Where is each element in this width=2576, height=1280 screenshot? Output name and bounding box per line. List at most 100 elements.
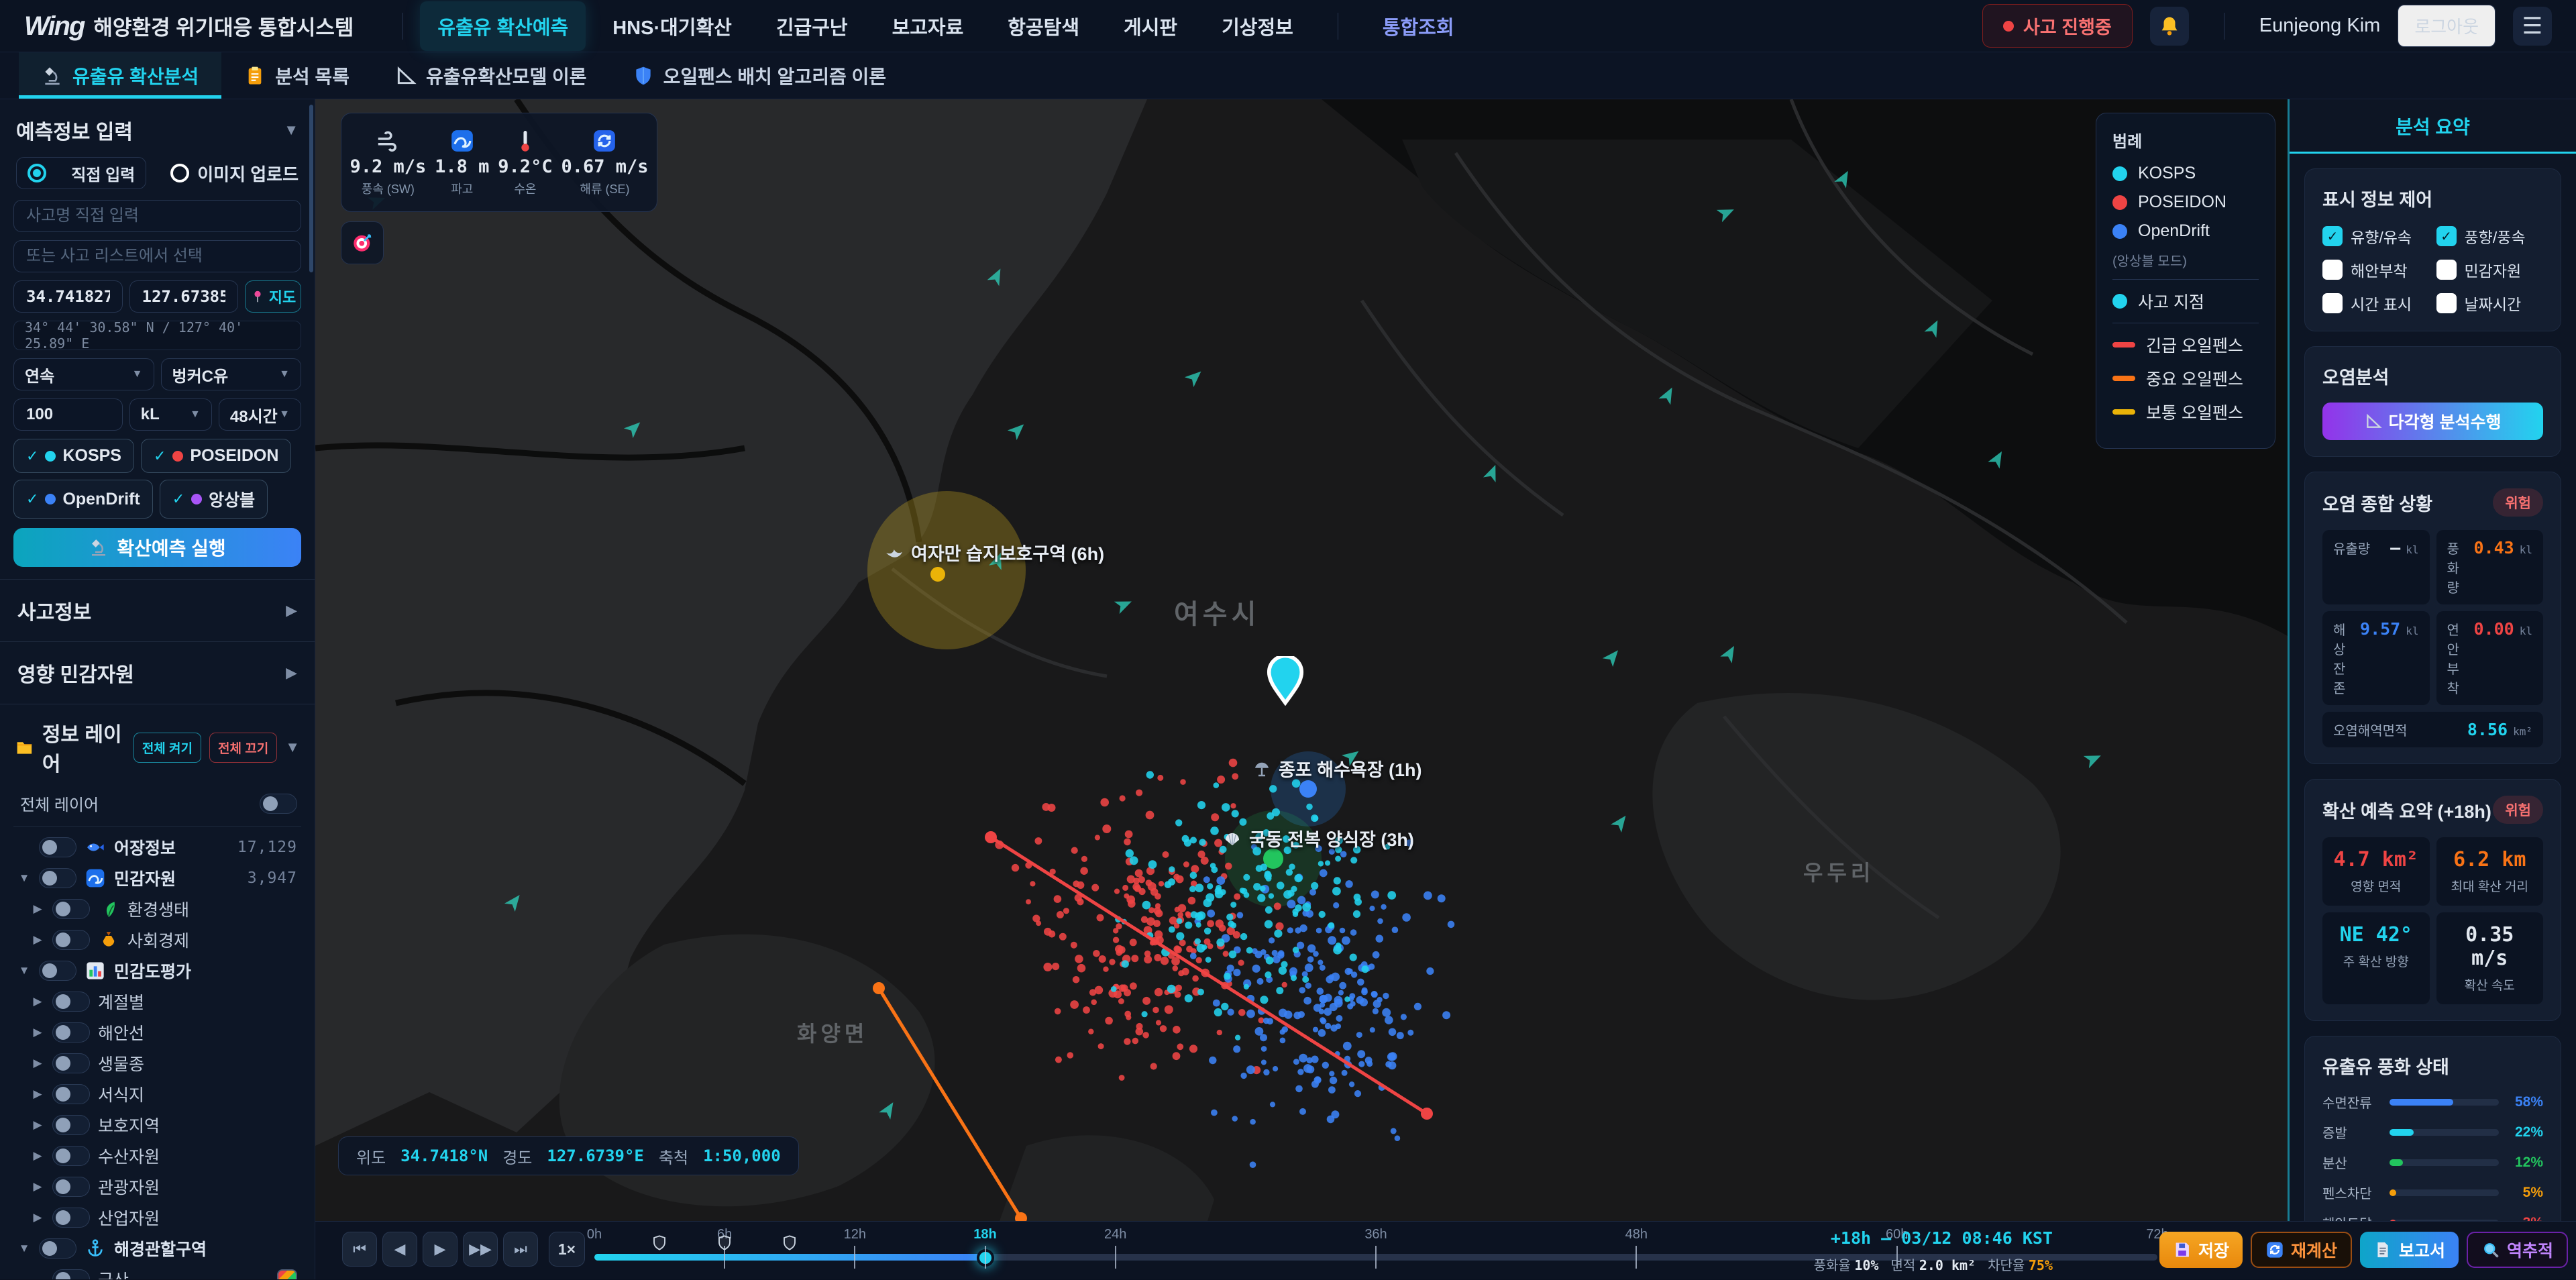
layer-toggle[interactable] [52,930,90,950]
nav-item[interactable]: 유출유 확산예측 [420,1,586,51]
layer-label[interactable]: 계절별 [98,990,144,1014]
model-chip-OpenDrift[interactable]: ✓OpenDrift [13,480,153,519]
sidebar-scrollbar[interactable] [309,105,313,272]
accident-name-input[interactable] [13,200,301,232]
skip-end-button[interactable]: ⏭ [503,1232,538,1267]
display-check-날짜시간[interactable]: ✓날짜시간 [2436,292,2544,315]
nav-item[interactable]: 보고자료 [875,1,981,51]
expand-icon[interactable]: ▶ [31,1118,44,1132]
unit-select[interactable]: kL ▼ [129,398,212,431]
layer-toggle[interactable] [52,1177,90,1197]
fence-deploy-marker-icon[interactable] [652,1235,667,1255]
layer-toggle[interactable] [52,992,90,1012]
layer-toggle[interactable] [52,1022,90,1043]
expand-icon[interactable]: ▶ [31,902,44,916]
layer-label[interactable]: 관광자원 [98,1175,160,1199]
expand-icon[interactable]: ▶ [31,1057,44,1070]
layer-toggle[interactable] [52,1146,90,1166]
nav-item[interactable]: 기상정보 [1204,1,1311,51]
layers-all-on-button[interactable]: 전체 켜기 [133,733,201,763]
spill-type-select[interactable]: 연속 ▼ [13,358,154,390]
collapse-icon[interactable]: ▼ [17,871,31,885]
oil-type-select[interactable]: 벙커C유 ▼ [161,358,302,390]
layer-toggle[interactable] [39,837,76,857]
nav-item[interactable]: 통합조회 [1365,1,1472,51]
layer-toggle[interactable] [39,1238,76,1259]
display-check-해안부착[interactable]: ✓해안부착 [2322,258,2430,281]
layer-label[interactable]: 어장정보 [114,835,176,859]
doc-action-button[interactable]: 보고서 [2360,1232,2459,1268]
display-check-민감자원[interactable]: ✓민감자원 [2436,258,2544,281]
checkbox-icon[interactable]: ✓ [2436,293,2457,313]
radio-image-upload[interactable]: 이미지 업로드 [170,157,299,189]
display-check-시간 표시[interactable]: ✓시간 표시 [2322,292,2430,315]
checkbox-icon[interactable]: ✓ [2322,260,2343,280]
layer-label[interactable]: 보호지역 [98,1113,160,1137]
expand-icon[interactable]: ▶ [31,933,44,947]
panel-title[interactable]: 분석 요약 [2290,99,2576,154]
layer-label[interactable]: 군산 [98,1267,129,1279]
collapse-icon[interactable]: ▼ [17,964,31,977]
layer-label[interactable]: 해안선 [98,1020,144,1045]
amount-input[interactable] [13,398,123,431]
latitude-input[interactable] [13,280,123,313]
layer-toggle[interactable] [39,961,76,981]
layer-label[interactable]: 수산자원 [98,1144,160,1168]
play-button[interactable]: ▶ [423,1232,458,1267]
longitude-input[interactable] [129,280,239,313]
run-prediction-button[interactable]: 확산예측 실행 [13,528,301,567]
nav-item[interactable]: HNS·대기확산 [595,1,749,51]
layer-label[interactable]: 산업자원 [98,1206,160,1230]
master-layer-toggle[interactable] [260,794,297,814]
expand-icon[interactable]: ▶ [31,995,44,1008]
fence-deploy-marker-icon[interactable] [717,1235,732,1255]
section-sensitive-resources[interactable]: 영향 민감자원 ▶ [13,642,301,704]
expand-icon[interactable]: ▶ [31,1180,44,1193]
layer-style-palette-icon[interactable] [277,1269,297,1279]
layer-label[interactable]: 사회경제 [127,928,189,952]
layer-label[interactable]: 생물종 [98,1051,144,1075]
recenter-target-button[interactable] [341,221,384,264]
layer-toggle[interactable] [52,1053,90,1073]
skip-start-button[interactable]: ⏮ [342,1232,377,1267]
search-action-button[interactable]: 역추적 [2467,1232,2568,1268]
tab-clipboard[interactable]: 분석 목록 [221,52,372,99]
tab-shield[interactable]: 오일펜스 배치 알고리즘 이론 [610,52,909,99]
polygon-analysis-button[interactable]: 다각형 분석수행 [2322,403,2543,440]
checkbox-icon[interactable]: ✓ [2322,293,2343,313]
display-check-유향/유속[interactable]: ✓유향/유속 [2322,225,2430,248]
layer-label[interactable]: 해경관할구역 [114,1236,207,1261]
model-chip-POSEIDON[interactable]: ✓POSEIDON [141,439,291,473]
save-action-button[interactable]: 저장 [2159,1232,2243,1268]
menu-button[interactable]: ☰ [2513,7,2552,46]
model-chip-앙상블[interactable]: ✓앙상블 [160,480,268,519]
expand-icon[interactable]: ▶ [31,1149,44,1163]
notifications-button[interactable] [2150,7,2189,46]
step-back-button[interactable]: ◀ [382,1232,417,1267]
section-accident-info[interactable]: 사고정보 ▶ [13,580,301,641]
accident-list-input[interactable] [13,240,301,272]
layer-toggle[interactable] [52,1269,90,1279]
expand-icon[interactable]: ▶ [31,1026,44,1039]
expand-icon[interactable]: ▶ [31,1211,44,1224]
nav-item[interactable]: 긴급구난 [759,1,865,51]
refresh-action-button[interactable]: 재계산 [2251,1232,2352,1268]
expand-icon[interactable]: ▶ [31,1087,44,1101]
layers-all-off-button[interactable]: 전체 끄기 [209,733,277,763]
duration-select[interactable]: 48시간 ▼ [219,398,301,431]
layer-toggle[interactable] [52,1084,90,1104]
tab-ruler[interactable]: 유출유확산모델 이론 [372,52,610,99]
nav-item[interactable]: 항공탐색 [990,1,1097,51]
checkbox-icon[interactable]: ✓ [2322,226,2343,246]
checkbox-icon[interactable]: ✓ [2436,260,2457,280]
prediction-input-header[interactable]: 예측정보 입력 ▼ [13,111,301,156]
accident-pin-icon[interactable] [1267,656,1304,709]
tab-microscope[interactable]: 유출유 확산분석 [19,52,221,99]
nav-item[interactable]: 게시판 [1106,1,1195,51]
layer-label[interactable]: 민감자원 [114,866,176,890]
fast-forward-button[interactable]: ▶▶ [463,1232,498,1267]
layer-toggle[interactable] [52,899,90,919]
layer-label[interactable]: 서식지 [98,1082,144,1106]
layer-toggle[interactable] [39,868,76,888]
model-chip-KOSPS[interactable]: ✓KOSPS [13,439,134,473]
